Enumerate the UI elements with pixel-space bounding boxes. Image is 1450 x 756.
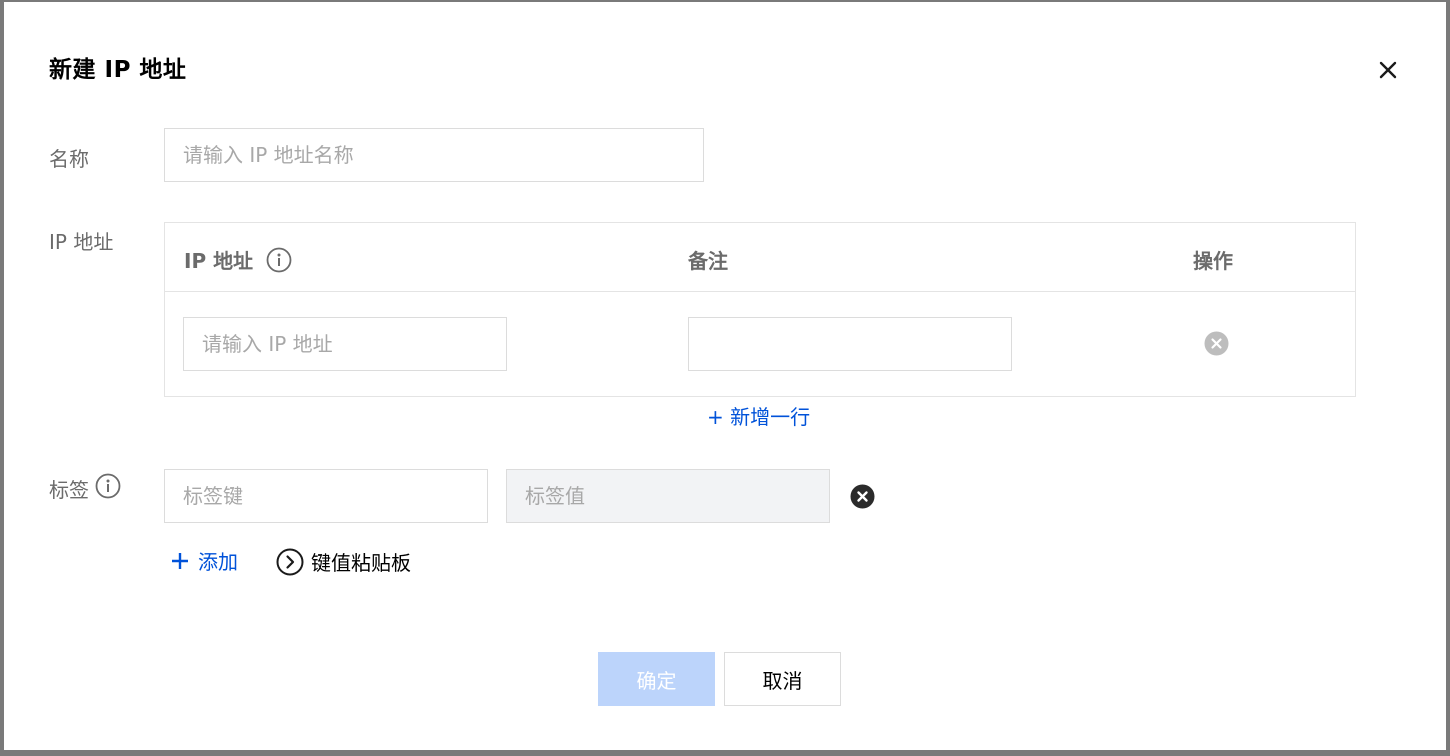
close-icon[interactable]	[1376, 58, 1400, 82]
ip-address-table: IP 地址 备注 操作	[164, 222, 1356, 397]
column-header-ip-label: IP 地址	[184, 249, 254, 273]
remove-row-icon[interactable]	[1204, 331, 1229, 356]
table-header: IP 地址 备注 操作	[165, 223, 1355, 292]
ip-address-label: IP 地址	[49, 230, 114, 254]
new-ip-address-dialog: 新建 IP 地址 名称 IP 地址 IP 地址 备注 操作	[4, 2, 1446, 750]
tag-value-input[interactable]	[506, 469, 830, 523]
add-tag-button[interactable]: 添加	[170, 546, 238, 575]
key-value-clipboard-button[interactable]: 键值粘贴板	[276, 547, 411, 576]
info-icon[interactable]	[266, 247, 292, 278]
confirm-button[interactable]: 确定	[598, 652, 715, 706]
tag-key-input[interactable]	[164, 469, 488, 523]
remove-tag-icon[interactable]	[850, 484, 875, 509]
info-icon[interactable]	[95, 473, 121, 504]
tags-label: 标签	[49, 478, 89, 502]
add-tag-label: 添加	[198, 550, 238, 574]
ip-input[interactable]	[183, 317, 507, 371]
cancel-button[interactable]: 取消	[724, 652, 841, 706]
name-input[interactable]	[164, 128, 704, 182]
column-header-action: 操作	[1193, 249, 1233, 273]
name-label: 名称	[49, 147, 89, 171]
chevron-right-circle-icon	[276, 548, 304, 575]
dialog-title: 新建 IP 地址	[49, 57, 187, 83]
plus-icon	[172, 552, 188, 569]
tags-label-group: 标签	[49, 473, 121, 504]
key-value-clipboard-label: 键值粘贴板	[311, 551, 411, 575]
column-header-ip: IP 地址	[184, 245, 292, 278]
column-header-remark: 备注	[688, 249, 728, 273]
remark-input[interactable]	[688, 317, 1012, 371]
add-row-button[interactable]: + 新增一行	[707, 401, 810, 430]
